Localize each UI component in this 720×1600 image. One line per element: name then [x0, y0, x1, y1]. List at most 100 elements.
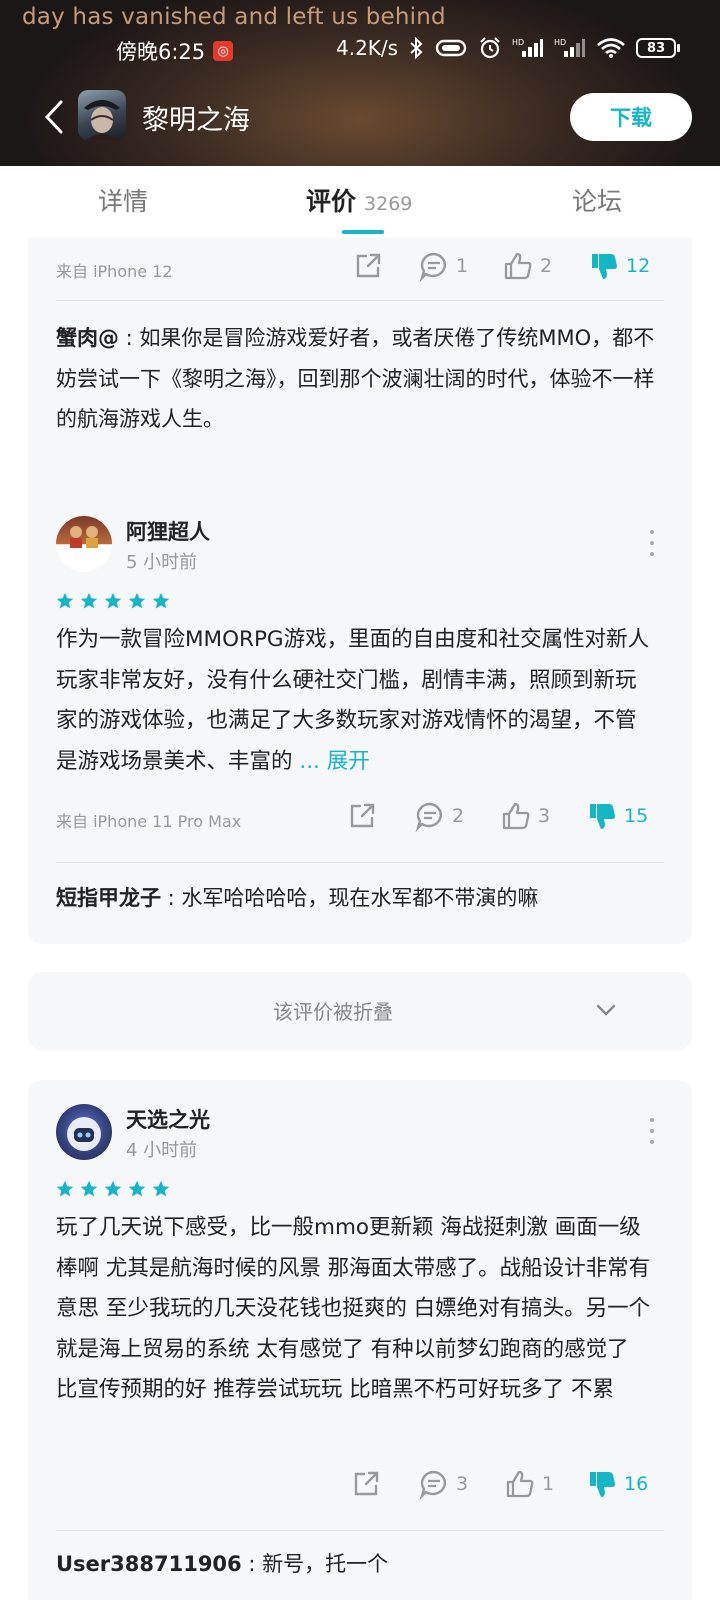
author-name[interactable]: 天选之光 — [126, 1104, 210, 1134]
expand-ellipsis: ... — [299, 748, 320, 774]
tab-review-label: 评价 — [306, 187, 357, 216]
battery-level: 83 — [636, 38, 677, 58]
like-count: 1 — [542, 1473, 555, 1495]
avatar[interactable] — [56, 516, 112, 572]
alarm-icon — [478, 36, 502, 60]
star-icon — [80, 1180, 98, 1197]
review-count: 3269 — [364, 193, 413, 215]
thumbs-up-icon — [506, 1470, 534, 1498]
comment-count: 3 — [456, 1473, 469, 1495]
like-button[interactable]: 2 — [502, 250, 552, 282]
thumbs-down-icon — [590, 804, 615, 829]
share-icon — [354, 1471, 379, 1496]
more-options-button[interactable] — [642, 1118, 662, 1144]
tab-detail[interactable]: 详情 — [98, 182, 148, 218]
reply-block[interactable]: 短指甲龙子 : 水军哈哈哈哈，现在水军都不带演的嘛 — [56, 882, 538, 912]
comment-icon — [415, 802, 442, 832]
reply-username: User388711906 — [56, 1552, 242, 1576]
expand-link[interactable]: 展开 — [327, 749, 370, 774]
dislike-button[interactable]: 15 — [586, 800, 648, 832]
svg-text:HD: HD — [512, 38, 524, 47]
back-button[interactable] — [34, 94, 74, 140]
reply-text: 水军哈哈哈哈，现在水军都不带演的嘛 — [181, 886, 539, 910]
like-button[interactable]: 1 — [504, 1468, 554, 1500]
comment-button[interactable]: 1 — [418, 250, 468, 282]
review-text: 作为一款冒险MMORPG游戏，里面的自由度和社交属性对新人玩家非常友好，没有什么… — [56, 620, 656, 782]
star-icon — [104, 592, 122, 609]
reply-block[interactable]: 蟹肉@ : 如果你是冒险游戏爱好者，或者厌倦了传统MMO，都不妨尝试一下《黎明之… — [56, 318, 656, 440]
reply-block[interactable]: User388711906 : 新号，托一个 — [56, 1548, 388, 1578]
comment-button[interactable]: 2 — [414, 800, 464, 832]
reply-username: 蟹肉@ — [56, 326, 119, 350]
app-header: day has vanished and left us behind 傍晚6:… — [0, 0, 720, 166]
chevron-left-icon — [44, 100, 63, 134]
tab-review[interactable]: 评价 3269 — [306, 182, 412, 218]
author-name[interactable]: 阿狸超人 — [126, 516, 210, 546]
status-time-group: 傍晚6:25 ◎ — [116, 36, 234, 66]
dislike-button[interactable]: 16 — [586, 1468, 648, 1500]
comment-icon — [419, 1470, 446, 1500]
vibrate-icon — [434, 37, 468, 59]
signal-hd-1-icon: HD — [512, 37, 544, 59]
tab-bar: 详情 评价 3269 论坛 — [0, 166, 720, 238]
comment-count: 2 — [452, 805, 465, 827]
star-icon — [128, 1180, 146, 1197]
more-options-button[interactable] — [642, 530, 662, 556]
star-icon — [152, 592, 170, 609]
signal-hd-2-icon: HD — [554, 37, 586, 59]
thumbs-up-icon — [504, 252, 532, 280]
reply-text: 如果你是冒险游戏爱好者，或者厌倦了传统MMO，都不妨尝试一下《黎明之海》，回到那… — [56, 326, 655, 431]
star-icon — [80, 592, 98, 609]
avatar[interactable] — [56, 1104, 112, 1160]
thumbs-down-icon — [592, 254, 617, 279]
chevron-down-icon — [596, 1004, 616, 1016]
reply-separator: : — [119, 326, 140, 350]
share-button[interactable] — [346, 800, 378, 832]
post-time: 5 小时前 — [126, 552, 198, 573]
share-button[interactable] — [352, 250, 384, 282]
star-rating — [56, 592, 170, 610]
star-icon — [56, 1180, 74, 1197]
tab-active-indicator — [342, 230, 384, 234]
dislike-count: 16 — [624, 1473, 649, 1495]
comment-button[interactable]: 3 — [418, 1468, 468, 1500]
star-icon — [128, 592, 146, 609]
share-icon — [350, 803, 375, 828]
download-button[interactable]: 下载 — [570, 93, 692, 141]
divider — [56, 300, 664, 301]
comment-icon — [419, 252, 446, 282]
tab-forum[interactable]: 论坛 — [572, 182, 622, 218]
svg-text:HD: HD — [554, 38, 566, 47]
reply-text: 新号，托一个 — [262, 1552, 389, 1576]
bluetooth-icon — [408, 37, 424, 59]
review-actions: 来自 iPhone 11 Pro Max 2 3 15 — [56, 798, 666, 838]
like-count: 2 — [540, 255, 553, 277]
star-rating — [56, 1180, 170, 1198]
like-count: 3 — [538, 805, 551, 827]
game-icon[interactable] — [78, 90, 126, 140]
device-source: 来自 iPhone 12 — [56, 262, 173, 281]
share-button[interactable] — [350, 1468, 382, 1500]
dislike-count: 12 — [626, 255, 651, 277]
dislike-count: 15 — [624, 805, 649, 827]
status-icons: 4.2K/s HD HD 83 — [336, 36, 681, 60]
like-button[interactable]: 3 — [500, 800, 550, 832]
folded-label: 该评价被折叠 — [273, 1000, 393, 1024]
battery-icon: 83 — [636, 38, 681, 58]
post-time: 4 小时前 — [126, 1140, 198, 1161]
dislike-button[interactable]: 12 — [588, 250, 650, 282]
reply-username: 短指甲龙子 — [56, 886, 161, 910]
review-card: 天选之光 4 小时前 玩了几天说下感受，比一般mmo更新颖 海战挺刺激 画面一级… — [28, 1080, 692, 1600]
review-feed: 来自 iPhone 12 1 2 12 蟹肉@ : 如果你是冒险游戏爱好者，或者… — [0, 238, 720, 1600]
review-card: 阿狸超人 5 小时前 作为一款冒险MMORPG游戏，里面的自由度和社交属性对新人… — [28, 492, 692, 944]
review-actions: 来自 iPhone 12 1 2 12 — [56, 248, 666, 288]
device-source: 来自 iPhone 11 Pro Max — [56, 812, 242, 831]
comment-count: 1 — [456, 255, 469, 277]
folded-review[interactable]: 该评价被折叠 — [28, 972, 692, 1050]
star-icon — [104, 1180, 122, 1197]
thumbs-down-icon — [590, 1472, 615, 1497]
wifi-icon — [596, 37, 626, 59]
review-author: 阿狸超人 5 小时前 — [56, 516, 666, 576]
app-title: 黎明之海 — [142, 105, 250, 136]
nav-bar: 黎明之海 下载 — [0, 88, 720, 148]
